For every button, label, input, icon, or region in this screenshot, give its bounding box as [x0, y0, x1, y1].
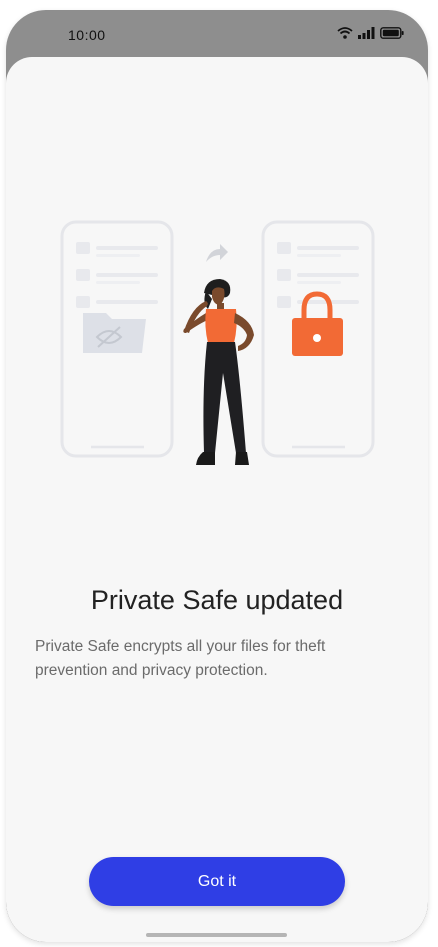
dialog-title: Private Safe updated — [90, 585, 344, 615]
battery-icon — [380, 27, 404, 39]
private-safe-illustration — [60, 220, 375, 465]
got-it-button[interactable]: Got it — [89, 857, 345, 906]
dialog-description: Private Safe encrypts all your files for… — [35, 638, 326, 679]
home-indicator[interactable] — [146, 933, 287, 937]
phone-frame: 10:00 Private Safe updated Private Safe … — [6, 10, 428, 942]
right-phone-graphic — [261, 220, 375, 458]
person-illustration — [183, 279, 254, 465]
signal-icon — [358, 27, 375, 39]
update-dialog-sheet: Private Safe updated Private Safe encryp… — [6, 57, 428, 942]
forward-arrow-icon — [206, 244, 228, 262]
wifi-icon — [337, 27, 353, 39]
status-time: 10:00 — [68, 27, 106, 43]
status-icons — [337, 27, 404, 39]
folder-hidden-icon — [83, 313, 146, 353]
status-bar: 10:00 — [6, 10, 428, 62]
left-phone-graphic — [60, 220, 174, 458]
